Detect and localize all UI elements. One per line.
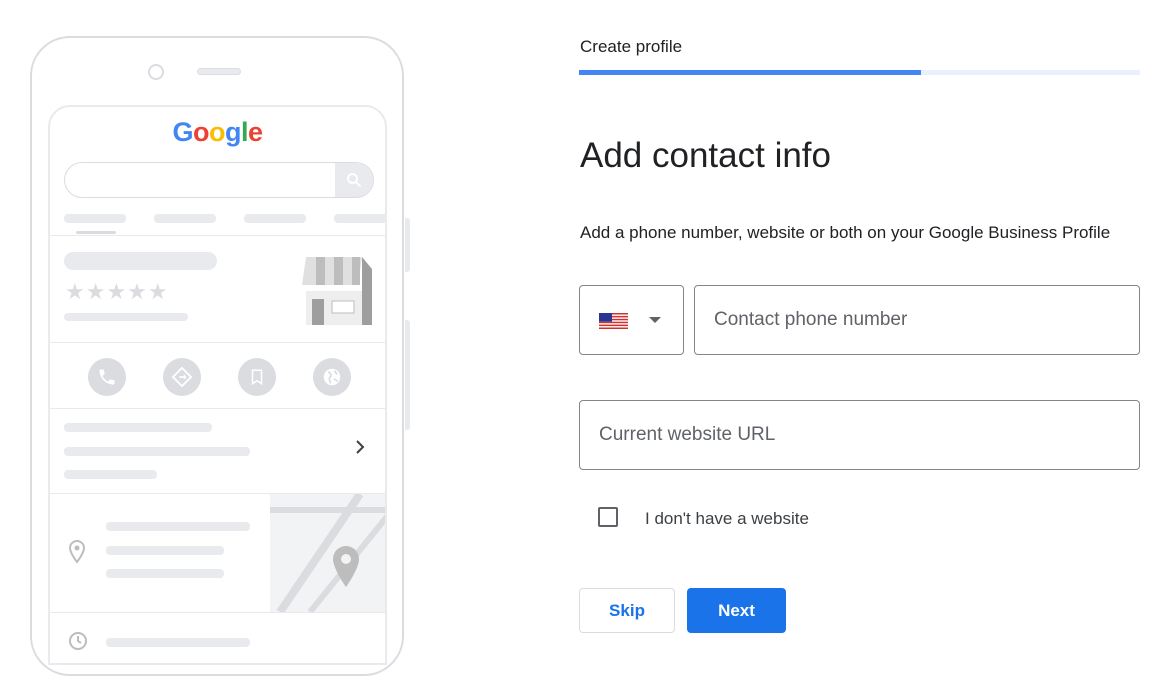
- phone-camera: [148, 64, 164, 80]
- mock-tab: [154, 214, 216, 223]
- clock-icon: [69, 632, 87, 650]
- mock-text-line: [64, 313, 188, 321]
- progress-bar-fill: [579, 70, 922, 75]
- mock-tab: [334, 214, 385, 223]
- mock-text-line: [106, 638, 250, 647]
- website-url-field[interactable]: [579, 400, 1140, 470]
- mock-business-name: [64, 252, 217, 270]
- phone-speaker: [197, 68, 241, 75]
- globe-icon: [313, 358, 351, 396]
- logo-letter: o: [208, 117, 226, 147]
- phone-number-input[interactable]: [695, 286, 1139, 354]
- logo-letter: g: [224, 117, 242, 147]
- location-pin-icon: [68, 539, 86, 564]
- chevron-right-icon: [356, 440, 365, 454]
- next-button[interactable]: Next: [687, 588, 786, 633]
- mock-map: [270, 494, 385, 612]
- divider: [50, 235, 385, 236]
- mock-tab-indicator: [76, 231, 116, 234]
- directions-icon: [163, 358, 201, 396]
- page-description: Add a phone number, website or both on y…: [580, 223, 1111, 242]
- mock-search-bar: [64, 162, 374, 198]
- no-website-label[interactable]: I don't have a website: [645, 509, 809, 529]
- dropdown-arrow-icon: [649, 317, 661, 323]
- mock-tab: [64, 214, 126, 223]
- divider: [50, 408, 385, 409]
- mock-text-line: [106, 522, 250, 531]
- us-flag-icon: [599, 313, 628, 329]
- phone-side-button: [405, 320, 410, 430]
- mock-text-line: [64, 447, 250, 456]
- skip-button[interactable]: Skip: [579, 588, 675, 633]
- progress-bar: [579, 70, 1140, 75]
- mock-text-line: [64, 470, 157, 479]
- phone-side-button: [405, 218, 410, 272]
- phone-screen: Google ★★★★★: [48, 105, 387, 665]
- phone-icon: [88, 358, 126, 396]
- mock-tab: [244, 214, 306, 223]
- no-website-checkbox[interactable]: [598, 507, 618, 527]
- logo-letter: e: [248, 117, 263, 147]
- mock-text-line: [106, 569, 224, 578]
- mock-text-line: [64, 423, 212, 432]
- google-logo: Google: [50, 117, 385, 148]
- divider: [50, 612, 385, 613]
- website-url-input[interactable]: [580, 401, 1139, 469]
- logo-letter: G: [172, 117, 193, 147]
- phone-number-field[interactable]: [694, 285, 1140, 355]
- mock-text-line: [106, 546, 224, 555]
- storefront-icon: [302, 257, 372, 325]
- logo-letter: l: [240, 117, 249, 147]
- bookmark-icon: [238, 358, 276, 396]
- divider: [50, 342, 385, 343]
- search-icon: [335, 163, 373, 197]
- rating-stars-icon: ★★★★★: [65, 279, 169, 304]
- logo-letter: o: [192, 117, 210, 147]
- country-code-select[interactable]: [579, 285, 684, 355]
- page-title: Add contact info: [580, 136, 831, 175]
- step-label: Create profile: [580, 37, 683, 56]
